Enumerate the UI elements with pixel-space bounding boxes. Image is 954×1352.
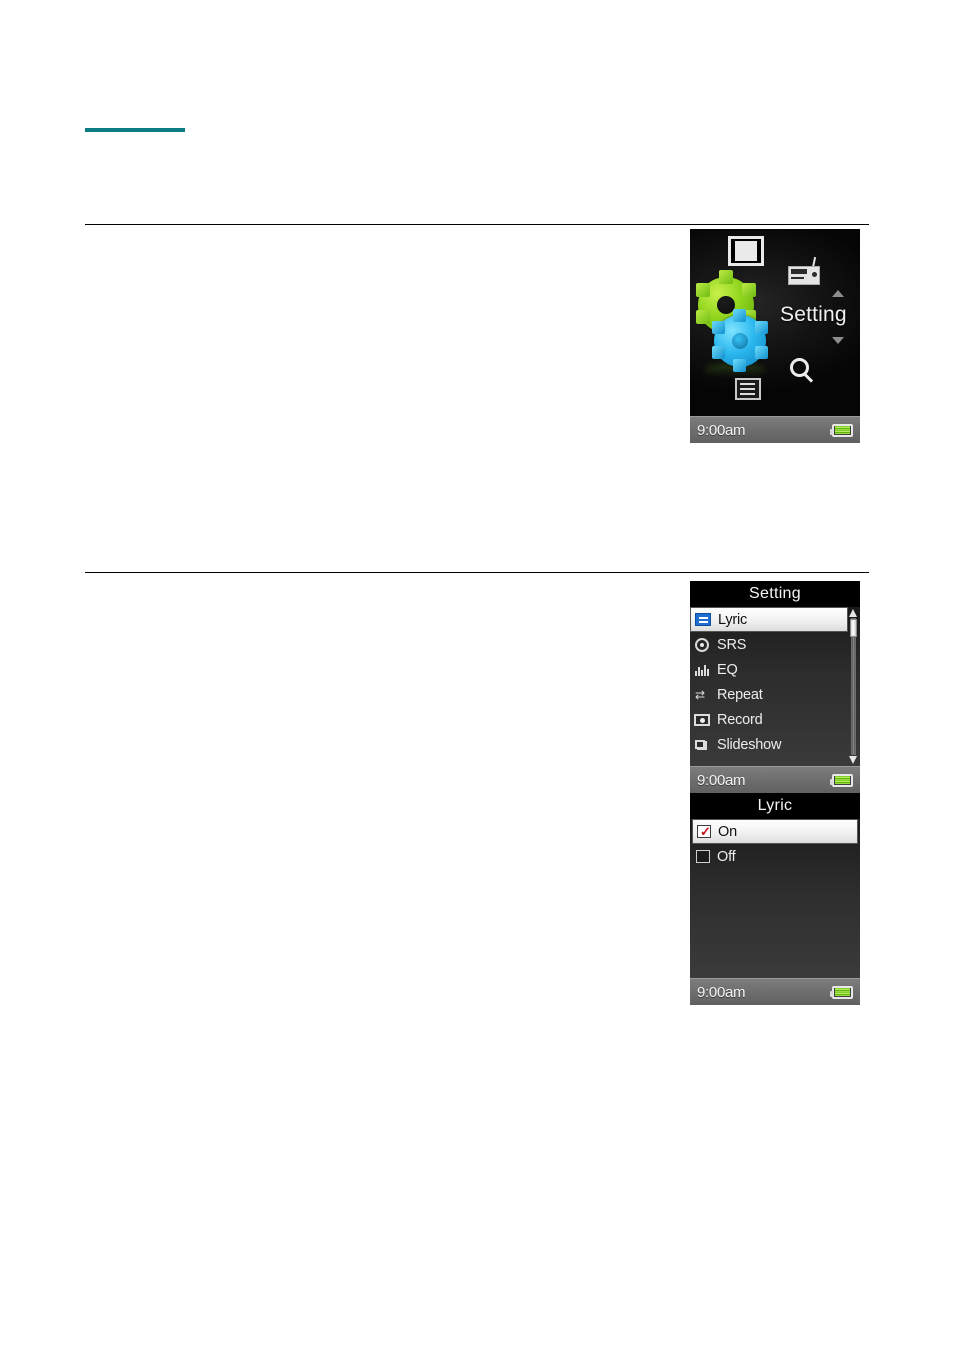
check-mark-icon: ✓ [700,824,711,839]
accent-underline [85,128,185,132]
device-screen-setting-menu: Setting Lyric SRS EQ ⇄ Repeat Record Sli… [690,581,860,793]
slideshow-icon [694,738,710,752]
search-icon[interactable] [790,358,816,384]
lyric-option-label: Off [717,848,736,865]
lyric-option-list: ✓ On Off [690,819,860,978]
menu-item-srs[interactable]: SRS [690,632,860,657]
battery-full-icon [830,985,853,999]
menu-item-eq[interactable]: EQ [690,657,860,682]
menu-item-label: Repeat [717,686,763,703]
status-time: 9:00am [697,983,746,1001]
lyric-option-off[interactable]: Off [690,844,860,869]
status-time: 9:00am [697,421,746,439]
lyric-option-label: On [718,823,737,840]
scrollbar-track[interactable] [851,618,856,755]
radio-icon[interactable] [788,256,820,285]
home-selected-label: Setting [780,303,847,326]
menu-item-record[interactable]: Record [690,707,860,732]
list-icon[interactable] [735,378,761,400]
lyric-icon [695,612,711,627]
setting-menu-title: Setting [690,581,860,607]
checkbox-checked-icon[interactable]: ✓ [697,825,711,838]
checkbox-unchecked-icon[interactable] [696,850,710,863]
section-divider-top [85,224,869,225]
record-icon [694,713,710,727]
repeat-icon: ⇄ [695,687,706,702]
status-bar-setting-menu: 9:00am [690,766,860,793]
lyric-screen-title: Lyric [690,793,860,819]
battery-full-icon [830,423,853,437]
menu-item-label: Slideshow [717,736,782,753]
srs-icon [694,637,710,652]
menu-item-repeat[interactable]: ⇄ Repeat [690,682,860,707]
menu-item-lyric[interactable]: Lyric [690,607,848,632]
eq-icon [694,663,710,677]
menu-item-slideshow[interactable]: Slideshow [690,732,860,757]
menu-item-label: Record [717,711,763,728]
scroll-down-arrow-icon[interactable] [832,337,844,344]
scroll-up-arrow-icon[interactable] [832,290,844,297]
lyric-option-on[interactable]: ✓ On [692,819,858,844]
scrollbar-down-arrow-icon[interactable] [849,756,857,764]
status-bar-home: 9:00am [690,416,860,443]
section-divider-middle [85,572,869,573]
menu-item-label: Lyric [718,611,748,628]
setting-gears-icon[interactable] [694,270,778,377]
device-screen-lyric: Lyric ✓ On Off 9:00am [690,793,860,1005]
gear-blue [712,309,768,372]
video-icon[interactable] [728,236,764,266]
menu-item-label: EQ [717,661,738,678]
menu-item-label: SRS [717,636,747,653]
scrollbar-thumb[interactable] [850,619,857,637]
setting-menu-list: Lyric SRS EQ ⇄ Repeat Record Slideshow [690,607,860,766]
setting-menu-scrollbar[interactable] [849,609,858,764]
scrollbar-up-arrow-icon[interactable] [849,609,857,617]
battery-full-icon [830,773,853,787]
status-time: 9:00am [697,771,746,789]
status-bar-lyric: 9:00am [690,978,860,1005]
